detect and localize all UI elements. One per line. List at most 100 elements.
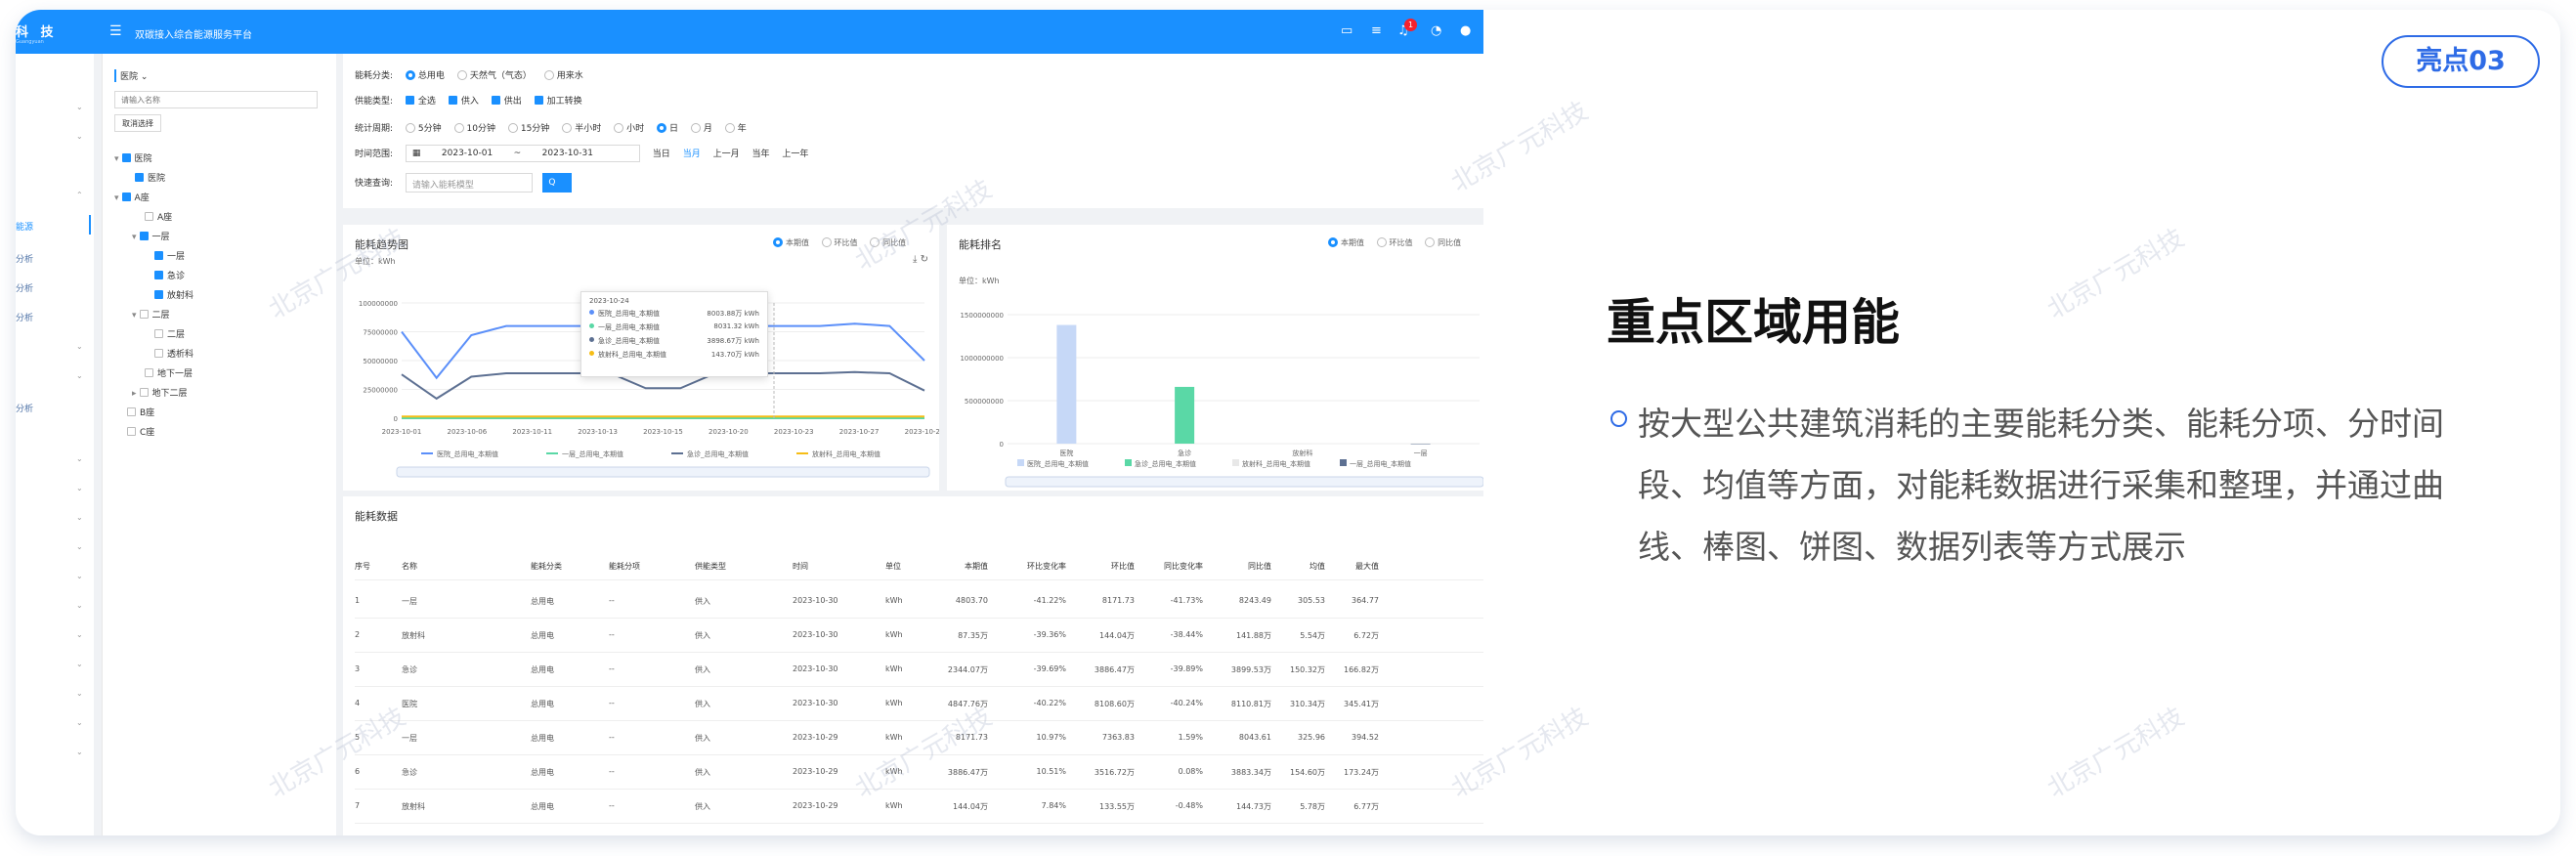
table-cell: 345.41万 [1344,700,1379,708]
date-range-picker[interactable]: ▦ 2023-10-01 ~ 2023-10-31 [405,145,640,162]
stat-period-option[interactable]: 5分钟 [405,123,442,134]
chevron-down-icon[interactable]: ⌄ [76,660,83,668]
quick-range-this-month[interactable]: 当月 [683,150,701,159]
tree-node[interactable]: ▾ 一层 [132,230,170,242]
energy-category-option[interactable]: 天然气（气态） [456,70,532,81]
chevron-down-icon[interactable]: ⌄ [76,513,83,522]
stat-period-option[interactable]: 月 [690,123,712,134]
chevron-down-icon[interactable]: ⌄ [76,748,83,756]
supply-type-checkbox[interactable]: 供出 [491,96,522,107]
alarm-icon[interactable]: ◔ [1431,23,1441,38]
legend-label: 急诊_总用电_本期值 [1135,459,1196,468]
nav-item-energy[interactable]: 能源 [16,220,33,233]
table-row-divider [355,789,1483,790]
chevron-down-icon[interactable]: ⌄ [76,572,83,580]
tree-node[interactable]: ▾ 医院 [114,151,152,164]
bar [1056,324,1077,444]
checkbox[interactable] [154,329,163,338]
table-cell: -- [609,664,615,673]
stat-period-option[interactable]: 日 [656,123,678,134]
checkbox[interactable] [154,271,163,279]
chevron-down-icon[interactable]: ⌄ [76,484,83,492]
supply-type-checkbox[interactable]: 供入 [448,96,479,107]
table-cell: 供入 [695,802,710,811]
chevron-down-icon[interactable]: ⌄ [76,342,83,351]
table-cell: 8110.81万 [1230,700,1271,708]
checkbox[interactable] [145,368,153,377]
quick-range-today[interactable]: 当日 [653,150,670,159]
quick-search-input[interactable]: 请输入能耗模型 [405,173,533,193]
checkbox[interactable] [154,251,163,260]
zoom-slider [1005,476,1483,488]
tree-node[interactable]: 透析科 [151,347,193,360]
chevron-down-icon[interactable]: ⌄ [76,601,83,610]
checkbox[interactable] [121,193,131,201]
supply-type-label: 供能类型: [355,97,394,107]
checkbox[interactable] [121,153,131,162]
stat-period-option[interactable]: 年 [724,123,747,134]
tree-node[interactable]: 一层 [151,249,185,262]
energy-category-option[interactable]: 用来水 [543,70,583,81]
settings-sliders-icon[interactable]: ≡ [1371,23,1382,38]
tree-node[interactable]: B座 [124,406,154,418]
energy-category-option[interactable]: 总用电 [405,70,445,81]
checkbox[interactable] [154,349,163,358]
checkbox[interactable] [154,290,163,299]
checkbox[interactable] [139,310,149,319]
org-selector[interactable]: 医院 ⌄ [114,69,329,82]
tree-node[interactable]: 放射科 [151,288,193,301]
tree-node[interactable]: ▸ 地下二层 [132,386,188,399]
table-title: 能耗数据 [355,510,398,523]
nav-item-analysis-2[interactable]: 分析 [16,281,33,294]
menu-icon[interactable]: ☰ [109,23,122,39]
checkbox[interactable] [145,212,153,221]
table-cell: -40.22% [1033,699,1066,707]
divider [355,579,1483,580]
checkbox[interactable] [139,388,149,397]
chevron-up-icon[interactable]: ⌃ [76,191,83,199]
nav-item-analysis-3[interactable]: 分析 [16,311,33,323]
tree-node[interactable]: 医院 [132,171,165,184]
checkbox[interactable] [127,407,136,416]
tree-node[interactable]: A座 [142,210,172,223]
stat-period-option[interactable]: 15分钟 [507,123,549,134]
chevron-down-icon[interactable]: ⌄ [76,371,83,380]
user-avatar-icon[interactable]: ● [1460,23,1471,38]
tree-node[interactable]: 急诊 [151,269,185,281]
checkbox[interactable] [127,427,136,436]
supply-type-checkbox[interactable]: 加工转换 [534,96,582,107]
legend-label: 一层_总用电_本期值 [562,449,623,458]
chevron-down-icon[interactable]: ⌄ [76,630,83,639]
tree-node[interactable]: ▾ 二层 [132,308,170,321]
chevron-down-icon[interactable]: ⌄ [76,454,83,463]
search-button[interactable]: Q [541,173,572,193]
tree-node[interactable]: C座 [124,425,154,438]
tree-node[interactable]: 地下一层 [142,366,193,379]
tree-node[interactable]: ▾ A座 [114,191,150,203]
chevron-down-icon[interactable]: ⌄ [76,689,83,698]
checkbox[interactable] [135,173,144,182]
chevron-down-icon[interactable]: ⌄ [76,103,83,111]
quick-range-last-month[interactable]: 上一月 [713,150,740,159]
table-cell: 7 [355,801,361,810]
table-cell: -- [609,596,615,605]
table-cell: 87.35万 [958,631,988,640]
checkbox[interactable] [139,232,149,240]
supply-type-checkbox[interactable]: 全选 [405,96,436,107]
monitor-icon[interactable]: ▭ [1341,23,1352,38]
stat-period-option[interactable]: 半小时 [562,123,601,134]
stat-period-option[interactable]: 10分钟 [453,123,495,134]
nav-item-analysis-4[interactable]: 分析 [16,402,33,414]
quick-range-last-year[interactable]: 上一年 [782,150,808,159]
tree-search-input[interactable] [114,91,318,108]
stat-period-option[interactable]: 小时 [614,123,644,134]
chevron-down-icon[interactable]: ⌄ [76,718,83,727]
nav-item-analysis-1[interactable]: 分析 [16,252,33,265]
chevron-down-icon[interactable]: ⌄ [76,542,83,551]
tree-node[interactable]: 二层 [151,327,185,340]
cancel-selection-button[interactable]: 取消选择 [114,114,161,132]
chevron-down-icon[interactable]: ⌄ [76,132,83,141]
quick-range-this-year[interactable]: 当年 [751,150,769,159]
table-cell: 141.88万 [1236,631,1271,640]
table-cell: 2023-10-29 [793,801,838,810]
